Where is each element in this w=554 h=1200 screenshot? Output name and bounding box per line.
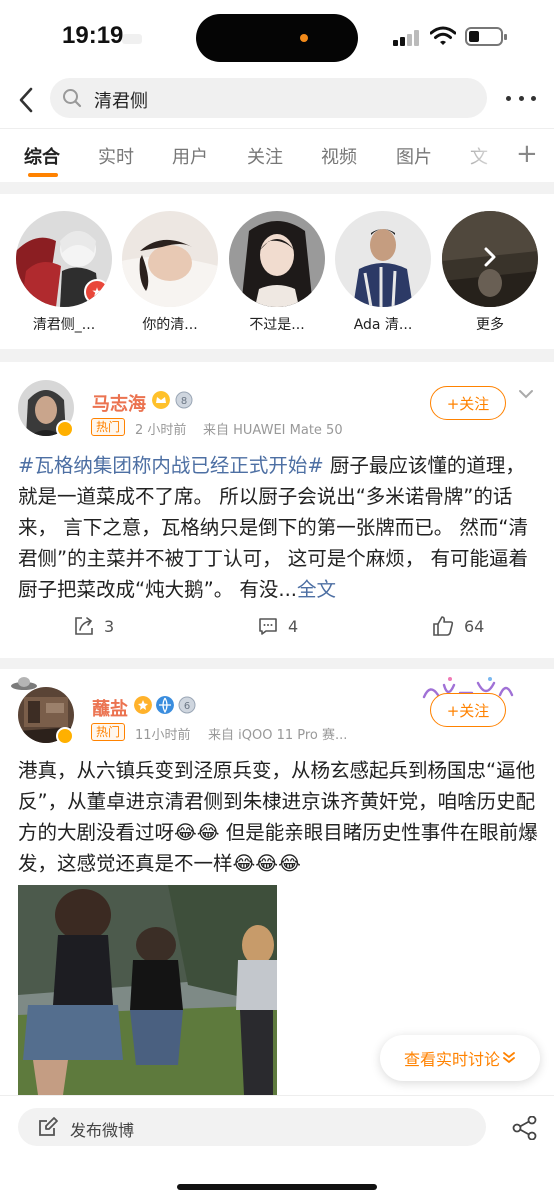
user-name: Ada 清... — [353, 317, 413, 333]
fan-badge-icon — [134, 696, 152, 714]
tab-users[interactable]: 用户 — [172, 143, 208, 169]
tab-images[interactable]: 图片 — [396, 143, 432, 169]
avatar — [229, 211, 325, 307]
more-users-button[interactable]: 更多 — [440, 211, 540, 334]
dot-icon — [531, 95, 536, 101]
search-query: 清君侧 — [94, 91, 148, 112]
back-button[interactable] — [12, 82, 40, 118]
follow-button[interactable]: +关注 — [430, 693, 506, 727]
home-indicator — [177, 1184, 377, 1190]
user-card[interactable]: ★ 清君侧_... — [14, 211, 114, 334]
add-tab-icon[interactable]: + — [516, 141, 538, 167]
view-realtime-discussion-button[interactable]: 查看实时讨论 — [380, 1035, 540, 1081]
user-name: 清君侧_... — [32, 317, 96, 333]
tab-realtime[interactable]: 实时 — [98, 143, 134, 169]
topic-link[interactable]: #瓦格纳集团称内战已经正式开始# — [18, 454, 324, 477]
post-text: 港真，从六镇兵变到泾原兵变，从杨玄感起兵到杨国忠“逼他反”，从董卓进京清君侧到朱… — [18, 759, 538, 875]
follow-button[interactable]: +关注 — [430, 386, 506, 420]
comment-icon — [259, 618, 277, 635]
repost-icon — [75, 617, 93, 635]
tab-following[interactable]: 关注 — [247, 143, 283, 169]
avatar — [335, 211, 431, 307]
svg-text:6: 6 — [184, 701, 190, 712]
user-card[interactable]: 不过是... — [227, 211, 327, 334]
weibo-search-page: 19:19 清君侧 综合 实时 用户 关注 视频 图片 + ★ 清君侧_... … — [0, 0, 554, 1200]
read-more-link[interactable]: 全文 — [297, 578, 336, 601]
search-icon — [63, 89, 82, 108]
more-options-button[interactable] — [506, 86, 536, 110]
verified-badge-icon — [56, 727, 74, 745]
post-actions: 3 4 64 — [0, 616, 554, 660]
tab-comprehensive[interactable]: 综合 — [24, 143, 60, 169]
repost-button[interactable]: 3 — [74, 616, 114, 636]
level-badge-icon: 6 — [178, 696, 196, 714]
user-card[interactable]: 你的清... — [120, 211, 220, 334]
user-name: 你的清... — [142, 317, 198, 333]
post-time: 11小时前 — [135, 728, 191, 743]
verified-badge-icon — [56, 420, 74, 438]
wifi-icon — [430, 26, 456, 45]
post-author[interactable]: 蘸盐 — [92, 695, 128, 721]
search-tabs: 综合 实时 用户 关注 视频 图片 文 + — [0, 128, 554, 182]
search-input[interactable]: 清君侧 — [50, 78, 487, 118]
svg-text:8: 8 — [181, 396, 187, 407]
like-count: 64 — [464, 616, 485, 636]
repost-count: 3 — [104, 616, 115, 636]
dynamic-island — [196, 14, 358, 62]
thumbs-up-icon — [433, 616, 454, 636]
post-time: 2 小时前 — [135, 423, 187, 438]
avatar — [122, 211, 218, 307]
hot-tag: 热门 — [91, 418, 126, 436]
search-header: 清君侧 — [0, 72, 554, 128]
double-chevron-down-icon — [503, 1052, 515, 1064]
compose-label: 发布微博 — [70, 1121, 135, 1140]
verified-badge-icon: ★ — [84, 279, 110, 305]
battery-icon — [465, 27, 507, 46]
post-card: 马志海 8 热门 2 小时前 来自 HUAWEI Mate 50 +关注 #瓦格… — [0, 362, 554, 658]
related-users: ★ 清君侧_... 你的清... 不过是... Ada 清... 更多 — [0, 194, 554, 349]
active-tab-indicator — [28, 173, 58, 177]
globe-badge-icon — [156, 696, 174, 714]
dot-icon — [518, 95, 524, 101]
user-name: 不过是... — [249, 317, 305, 333]
post-source: 来自 iQOO 11 Pro 赛... — [208, 728, 348, 743]
avatar: ★ — [16, 211, 112, 307]
watermark-icon — [122, 34, 142, 44]
comment-button[interactable]: 4 — [258, 616, 298, 636]
discuss-label: 查看实时讨论 — [403, 1050, 500, 1069]
comment-count: 4 — [288, 616, 299, 636]
tab-video[interactable]: 视频 — [321, 143, 357, 169]
chevron-down-icon[interactable] — [518, 386, 534, 402]
post-source: 来自 HUAWEI Mate 50 — [203, 423, 343, 438]
crown-badge-icon — [152, 391, 170, 409]
hot-tag: 热门 — [91, 723, 126, 741]
share-icon[interactable] — [512, 1116, 538, 1140]
like-button[interactable]: 64 — [432, 616, 484, 636]
compose-post-button[interactable]: 发布微博 — [18, 1108, 486, 1146]
chevron-left-icon — [19, 87, 33, 113]
avatar — [442, 211, 538, 307]
edit-icon — [39, 1117, 58, 1136]
cellular-signal-icon — [393, 30, 421, 46]
user-name: 更多 — [476, 317, 504, 333]
status-time: 19:19 — [62, 22, 124, 49]
dot-icon — [506, 95, 511, 101]
post-video[interactable] — [18, 885, 277, 1095]
status-bar: 19:19 — [0, 0, 554, 72]
post-text: #瓦格纳集团称内战已经正式开始# 厨子最应该懂的道理， 就是一道菜成不了席。 所… — [18, 454, 528, 601]
user-card[interactable]: Ada 清... — [333, 211, 433, 334]
level-badge-icon: 8 — [175, 391, 193, 409]
post-author[interactable]: 马志海 — [92, 390, 146, 416]
recording-dot-icon — [300, 34, 308, 42]
